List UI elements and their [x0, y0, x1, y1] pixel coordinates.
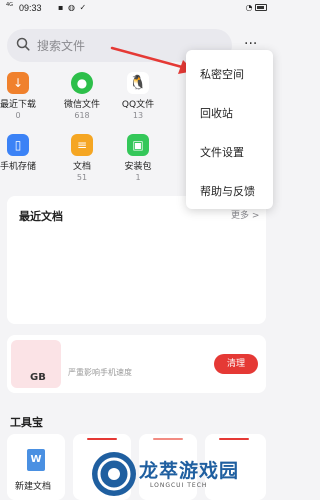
tile-label: 手机存储	[0, 162, 36, 172]
watermark-subtitle: LONGCUI TECH	[150, 482, 208, 489]
tile-wechat-files[interactable]: ● 微信文件 618	[54, 72, 110, 120]
tile-count: 51	[76, 173, 88, 182]
storage-warning-text: 严重影响手机速度	[68, 368, 132, 377]
watermark-logo-icon	[92, 452, 136, 496]
menu-item-file-settings[interactable]: 文件设置	[200, 144, 244, 160]
tile-recent-download[interactable]: ↓ 最近下载 0	[0, 72, 46, 120]
tile-label: QQ文件	[121, 100, 155, 110]
status-time: 09:33	[19, 3, 42, 13]
tile-count: 618	[74, 111, 90, 120]
document-icon: ≡	[71, 134, 93, 156]
tile-packages[interactable]: ▣ 安装包 1	[110, 134, 166, 182]
status-bar: 4G 09:33 ▪ ◍ ✓ ◔	[0, 0, 273, 16]
battery-icon	[255, 4, 267, 11]
new-document-label: 新建文档	[15, 482, 52, 492]
recent-documents-title: 最近文档	[19, 210, 63, 223]
toolbox-title: 工具宝	[10, 416, 43, 429]
network-indicator: 4G	[6, 2, 14, 8]
word-doc-icon: W	[27, 449, 45, 471]
tile-label: 文档	[72, 162, 91, 172]
tile-label: 微信文件	[63, 100, 100, 110]
tile-label: 最近下载	[0, 100, 36, 110]
notification-icons: ▪ ◍ ✓	[58, 3, 88, 12]
tile-count: 1	[135, 173, 141, 182]
package-icon: ▣	[127, 134, 149, 156]
overflow-menu: 私密空间 回收站 文件设置 帮助与反馈	[186, 50, 273, 209]
wifi-icon: ◔	[245, 3, 253, 12]
tile-count: 13	[132, 111, 144, 120]
watermark-title: 龙萃游戏园	[139, 460, 240, 482]
search-icon	[16, 37, 30, 51]
storage-size: GB	[30, 372, 46, 383]
recent-more-link[interactable]: 更多 >	[231, 208, 259, 221]
menu-item-private-space[interactable]: 私密空间	[200, 66, 244, 82]
tile-documents[interactable]: ≡ 文档 51	[54, 134, 110, 182]
tile-count: 0	[15, 111, 21, 120]
tile-label: 安装包	[124, 162, 152, 172]
search-placeholder: 搜索文件	[37, 39, 86, 53]
status-right-icons: ◔	[245, 3, 267, 12]
download-icon: ↓	[7, 72, 29, 94]
phone-storage-icon: ▯	[7, 134, 29, 156]
tile-phone-storage[interactable]: ▯ 手机存储	[0, 134, 46, 173]
menu-item-recycle-bin[interactable]: 回收站	[200, 105, 233, 121]
menu-item-help-feedback[interactable]: 帮助与反馈	[200, 183, 255, 199]
clean-button[interactable]: 清理	[214, 354, 258, 374]
controller-icon	[97, 457, 131, 491]
wechat-icon: ●	[71, 72, 93, 94]
red-arrow-annotation	[110, 46, 194, 74]
